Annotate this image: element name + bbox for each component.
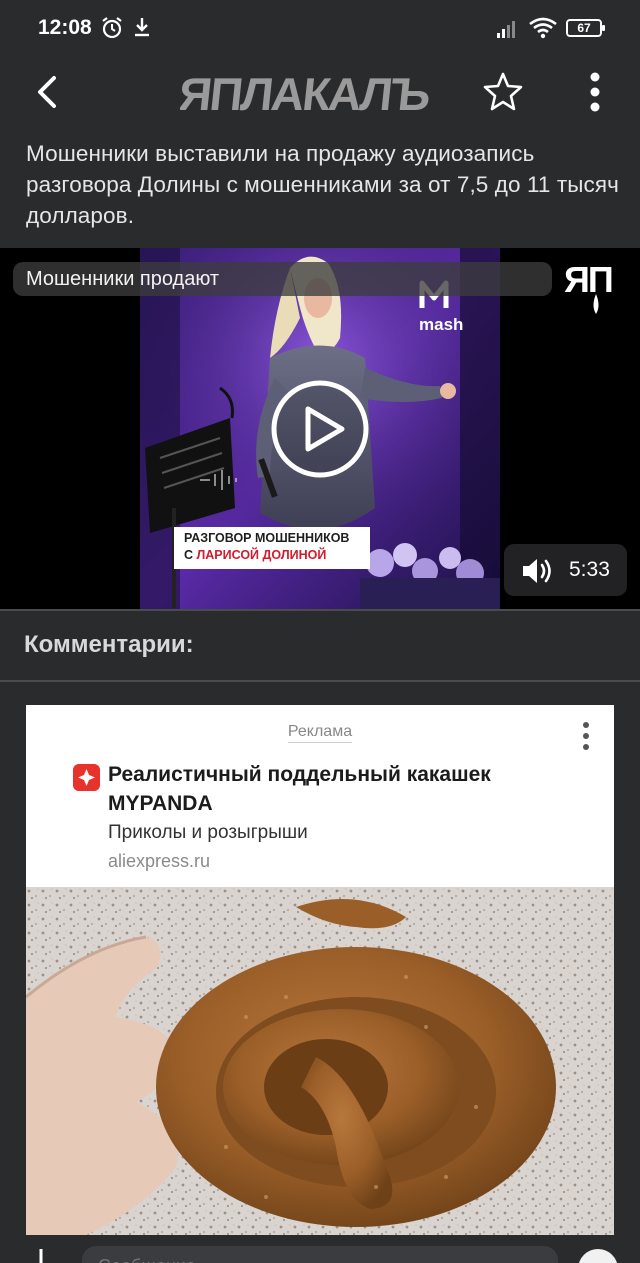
- wifi-icon: [529, 17, 557, 39]
- caption-line-1: РАЗГОВОР МОШЕННИКОВ: [184, 531, 350, 545]
- back-arrow-icon[interactable]: [28, 70, 68, 114]
- download-icon: [135, 18, 149, 37]
- status-bar: 12:08 67: [0, 0, 640, 56]
- caption-prefix: С: [184, 548, 197, 562]
- ad-card[interactable]: Реклама Реалистичный поддельный какашек …: [26, 705, 614, 1235]
- ad-label: Реклама: [26, 723, 614, 743]
- svg-text:ЯП: ЯП: [564, 259, 612, 300]
- app-header: ЯПЛАКАЛЪ: [0, 56, 640, 132]
- volume-icon[interactable]: [520, 556, 554, 586]
- ad-title[interactable]: Реалистичный поддельный какашек MYPANDA: [108, 760, 588, 818]
- caption-highlight: ЛАРИСОЙ ДОЛИНОЙ: [196, 548, 327, 562]
- post-text: Мошенники выставили на продажу аудиозапи…: [26, 141, 619, 228]
- ad-domain[interactable]: aliexpress.ru: [108, 851, 210, 872]
- watermark-logo: ЯП: [564, 259, 614, 314]
- star-icon[interactable]: [482, 70, 524, 112]
- ad-product-image[interactable]: [26, 887, 614, 1235]
- caption-line-2: С ЛАРИСОЙ ДОЛИНОЙ: [184, 547, 360, 564]
- ad-subtitle: Приколы и розыгрыши: [108, 822, 308, 843]
- add-icon[interactable]: [30, 1249, 52, 1263]
- status-time: 12:08: [38, 16, 92, 39]
- more-vert-icon[interactable]: [584, 68, 606, 116]
- video-caption-box: РАЗГОВОР МОШЕННИКОВ С ЛАРИСОЙ ДОЛИНОЙ: [174, 527, 370, 569]
- svg-text:mash: mash: [419, 315, 463, 334]
- play-icon[interactable]: [270, 379, 370, 479]
- alarm-icon: [102, 17, 122, 39]
- ad-more-icon[interactable]: [574, 719, 598, 753]
- video-title: Мошенники продают: [13, 262, 552, 296]
- comment-input[interactable]: [82, 1246, 558, 1263]
- comments-heading: Комментарии:: [24, 631, 194, 658]
- send-button[interactable]: [578, 1249, 618, 1263]
- aliexpress-icon: [73, 764, 100, 791]
- video-duration: 5:33: [569, 558, 610, 581]
- divider: [0, 680, 640, 682]
- svg-text:ЯПЛАКАЛЪ: ЯПЛАКАЛЪ: [180, 68, 432, 120]
- signal-icon: [497, 21, 515, 38]
- divider: [0, 609, 640, 611]
- battery-indicator: 67: [566, 19, 605, 37]
- comment-composer: [0, 1235, 640, 1263]
- site-logo[interactable]: ЯПЛАКАЛЪ: [180, 66, 462, 122]
- video-controls-pill: 5:33: [504, 544, 627, 596]
- video-player[interactable]: mash Мошенники продают ЯП РАЗГОВОР МОШЕН…: [0, 248, 640, 610]
